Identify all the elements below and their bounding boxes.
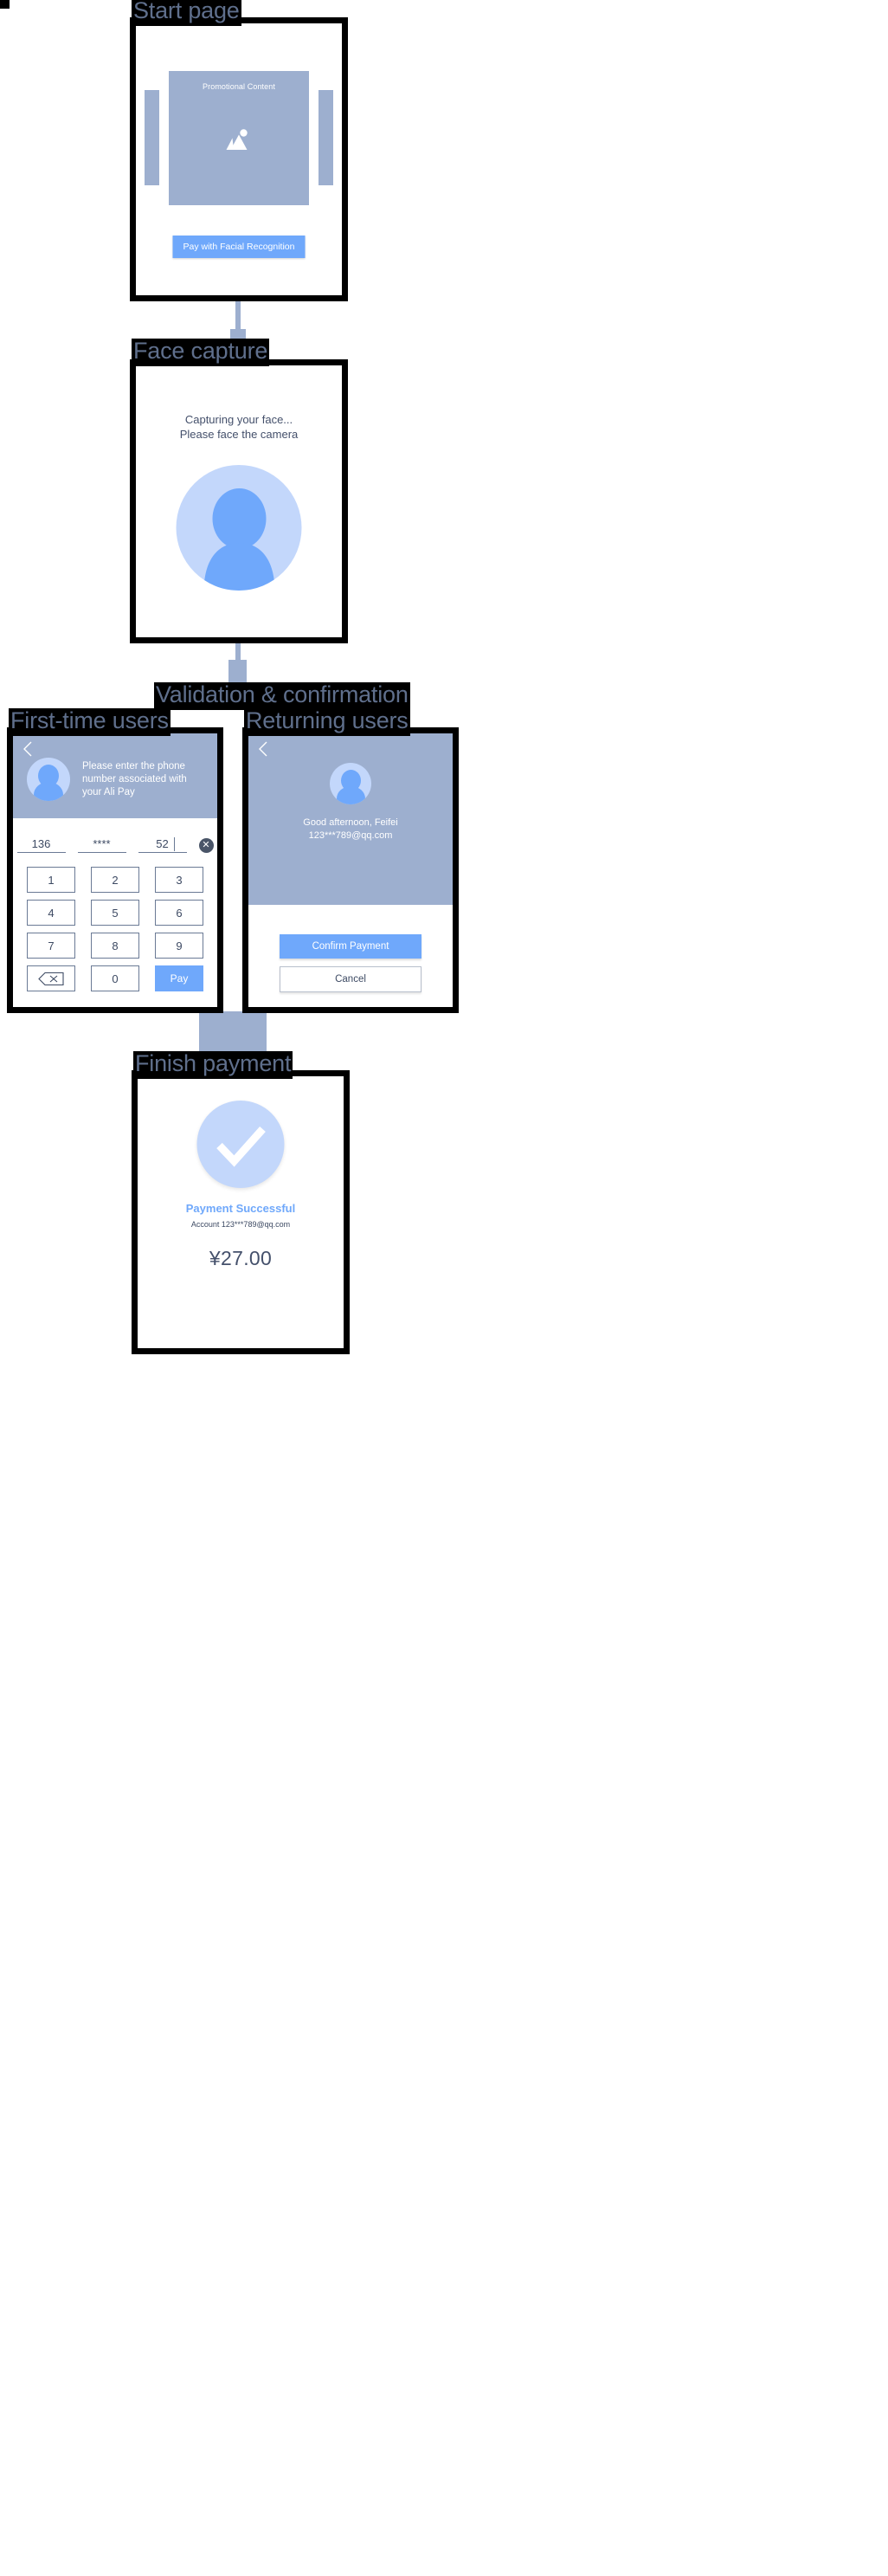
keypad-pay-button[interactable]: Pay: [155, 965, 203, 991]
flow-diagram-canvas: Start page Promotional Content Pay with …: [0, 0, 888, 2576]
returning-greeting-block: Good afternoon, Feifei 123***789@qq.com: [303, 817, 397, 843]
face-capture-viewfinder: [176, 465, 302, 591]
keypad-key-8[interactable]: 8: [91, 933, 139, 959]
greeting-text: Good afternoon, Feifei: [303, 817, 398, 828]
phone-segment-2[interactable]: ****: [77, 837, 126, 853]
promo-title: Promotional Content: [203, 82, 275, 91]
numeric-keypad[interactable]: 1 2 3 4 5 6 7 8 9 0 Pay: [13, 867, 217, 991]
person-avatar-icon: [203, 488, 274, 591]
backspace-delete-icon: [38, 972, 64, 985]
promo-peek-left[interactable]: [145, 90, 159, 185]
stage-label-start-page: Start page: [132, 0, 241, 26]
success-check-icon: [216, 1127, 266, 1167]
promo-peek-right[interactable]: [319, 90, 333, 185]
screen-first-time-users: Please enter the phone number associated…: [13, 733, 217, 1007]
capture-line-1: Capturing your face...: [184, 413, 293, 426]
back-chevron-icon[interactable]: [258, 741, 268, 757]
person-avatar-icon: [27, 758, 70, 801]
back-chevron-icon[interactable]: [23, 741, 33, 757]
promo-carousel[interactable]: Promotional Content: [136, 71, 342, 205]
keypad-key-2[interactable]: 2: [91, 867, 139, 893]
phone-frame-face-capture: Capturing your face... Please face the c…: [130, 359, 348, 643]
phone-frame-start-page: Promotional Content Pay with Facial Reco…: [130, 17, 348, 301]
screen-face-capture: Capturing your face... Please face the c…: [136, 365, 342, 637]
keypad-key-0[interactable]: 0: [91, 965, 139, 991]
phone-number-input[interactable]: 136 **** 52 ✕: [13, 837, 217, 853]
payment-successful-title: Payment Successful: [185, 1202, 296, 1215]
returning-actions: Confirm Payment Cancel: [248, 905, 453, 992]
capture-instructions: Capturing your face... Please face the c…: [136, 412, 342, 442]
phone-frame-finish-payment: Payment Successful Account 123***789@qq.…: [132, 1070, 350, 1354]
confirm-payment-button[interactable]: Confirm Payment: [280, 934, 421, 959]
first-time-header: Please enter the phone number associated…: [13, 733, 217, 818]
keypad-key-5[interactable]: 5: [91, 900, 139, 926]
keypad-key-6[interactable]: 6: [155, 900, 203, 926]
phone-segment-1[interactable]: 136: [16, 837, 66, 853]
promo-card[interactable]: Promotional Content: [169, 71, 309, 205]
screen-finish-payment: Payment Successful Account 123***789@qq.…: [138, 1076, 344, 1348]
first-time-prompt-row: Please enter the phone number associated…: [13, 733, 217, 801]
phone-frame-first-time-users: Please enter the phone number associated…: [7, 727, 223, 1013]
cancel-button[interactable]: Cancel: [280, 966, 421, 992]
phone-frame-returning-users: Good afternoon, Feifei 123***789@qq.com …: [242, 727, 459, 1013]
keypad-key-9[interactable]: 9: [155, 933, 203, 959]
capture-line-2: Please face the camera: [179, 428, 299, 441]
first-time-instruction-text: Please enter the phone number associated…: [82, 760, 187, 797]
person-avatar-icon: [330, 763, 371, 804]
returning-header: Good afternoon, Feifei 123***789@qq.com: [248, 733, 453, 905]
success-check-badge: [196, 1101, 285, 1188]
clear-circle-x-icon[interactable]: ✕: [198, 837, 214, 853]
keypad-key-backspace[interactable]: [27, 965, 75, 991]
keypad-key-1[interactable]: 1: [27, 867, 75, 893]
keypad-key-3[interactable]: 3: [155, 867, 203, 893]
image-placeholder-icon: [226, 128, 248, 150]
payment-amount: ¥27.00: [209, 1247, 273, 1269]
keypad-key-7[interactable]: 7: [27, 933, 75, 959]
phone-segment-3[interactable]: 52: [138, 837, 187, 853]
stage-label-validation: Validation & confirmation: [154, 682, 410, 710]
stage-label-returning-users: Returning users: [244, 708, 410, 736]
stage-label-face-capture: Face capture: [132, 339, 270, 366]
payment-account-line: Account 123***789@qq.com: [190, 1220, 291, 1229]
pay-with-facial-recognition-button[interactable]: Pay with Facial Recognition: [172, 236, 306, 258]
screen-returning-users: Good afternoon, Feifei 123***789@qq.com …: [248, 733, 453, 1007]
account-email-text: 123***789@qq.com: [308, 830, 393, 841]
returning-identity-block: Good afternoon, Feifei 123***789@qq.com: [248, 733, 453, 843]
corner-marker: [0, 0, 10, 9]
stage-label-finish-payment: Finish payment: [133, 1051, 293, 1079]
screen-start-page: Promotional Content Pay with Facial Reco…: [136, 23, 342, 295]
keypad-key-4[interactable]: 4: [27, 900, 75, 926]
stage-label-first-time-users: First-time users: [9, 708, 171, 736]
